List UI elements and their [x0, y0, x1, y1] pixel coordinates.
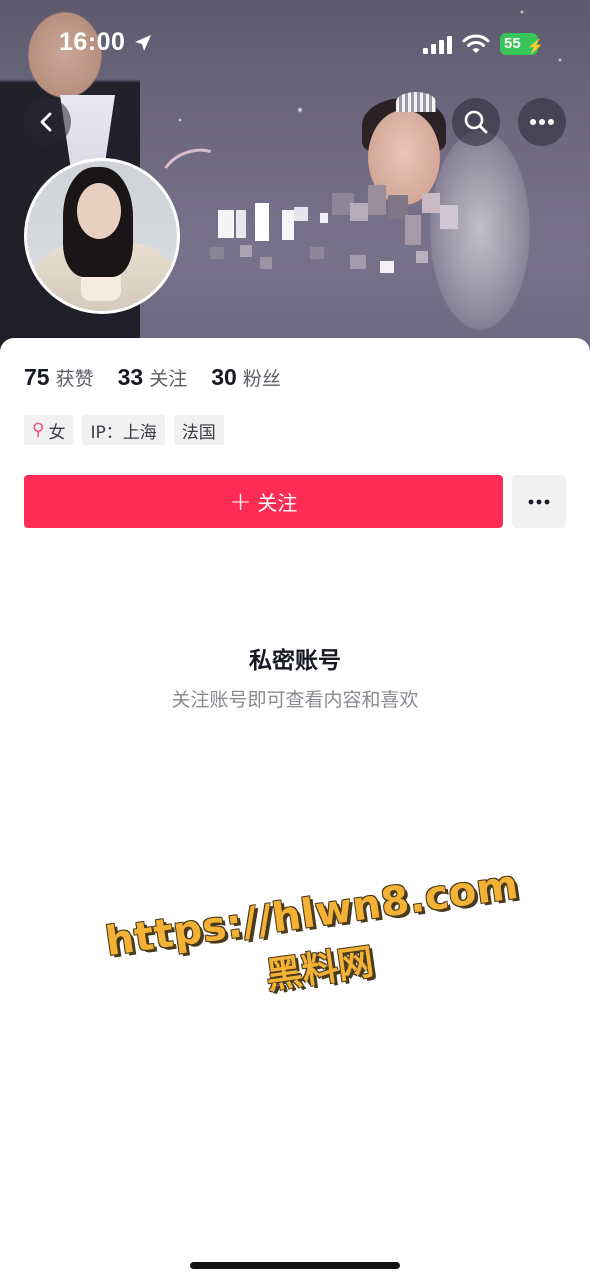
battery-indicator: 55 ⚡: [500, 33, 544, 55]
follow-button-label: 关注: [257, 491, 298, 515]
location-tag: 法国: [173, 415, 224, 445]
profile-sheet: 75 获赞 33 关注 30 粉丝 ⚲ 女 IP：上海 法国 + 关注 私密账号: [0, 338, 590, 1280]
profile-tags: ⚲ 女 IP：上海 法国: [24, 415, 224, 445]
private-account-subtitle: 关注账号即可查看内容和喜欢: [171, 689, 419, 711]
stat-followers-value: 30: [211, 364, 237, 390]
stat-followers-label: 粉丝: [242, 368, 281, 390]
wifi-icon: [462, 34, 490, 53]
search-icon: [464, 110, 488, 134]
private-account-title: 私密账号: [249, 648, 341, 674]
stat-following-label: 关注: [149, 368, 188, 390]
location-label: 法国: [181, 422, 216, 443]
cell-signal-icon: [423, 36, 452, 54]
follow-button[interactable]: + 关注: [24, 475, 503, 528]
battery-level: 55: [504, 35, 521, 52]
more-options-button[interactable]: [518, 98, 566, 146]
username-mosaic: [200, 175, 470, 275]
status-bar: 16:00 55 ⚡: [0, 0, 590, 90]
ip-tag: IP：上海: [82, 415, 165, 445]
more-dots-icon: [528, 499, 550, 504]
gender-tag: ⚲ 女: [24, 415, 74, 445]
profile-avatar[interactable]: [24, 158, 180, 314]
charging-icon: ⚡: [526, 38, 544, 54]
gender-label: 女: [48, 422, 66, 443]
stat-likes-label: 获赞: [55, 368, 94, 390]
plus-icon: +: [229, 486, 252, 517]
female-icon: ⚲: [32, 420, 45, 440]
chevron-left-icon: [40, 112, 52, 132]
stat-followers[interactable]: 30 粉丝: [211, 364, 281, 391]
location-arrow-icon: [135, 35, 151, 51]
profile-more-button[interactable]: [512, 475, 566, 528]
profile-stats: 75 获赞 33 关注 30 粉丝: [24, 364, 281, 391]
stat-following[interactable]: 33 关注: [118, 364, 188, 391]
status-time: 16:00: [59, 28, 126, 56]
back-button[interactable]: [23, 98, 71, 146]
stat-following-value: 33: [117, 364, 144, 390]
ip-label: IP：上海: [90, 422, 157, 443]
more-dots-icon: [530, 119, 554, 125]
avatar-face: [77, 183, 121, 239]
home-indicator[interactable]: [190, 1262, 400, 1269]
search-button[interactable]: [452, 98, 500, 146]
stat-likes[interactable]: 75 获赞: [24, 364, 94, 391]
stat-likes-value: 75: [24, 364, 50, 390]
